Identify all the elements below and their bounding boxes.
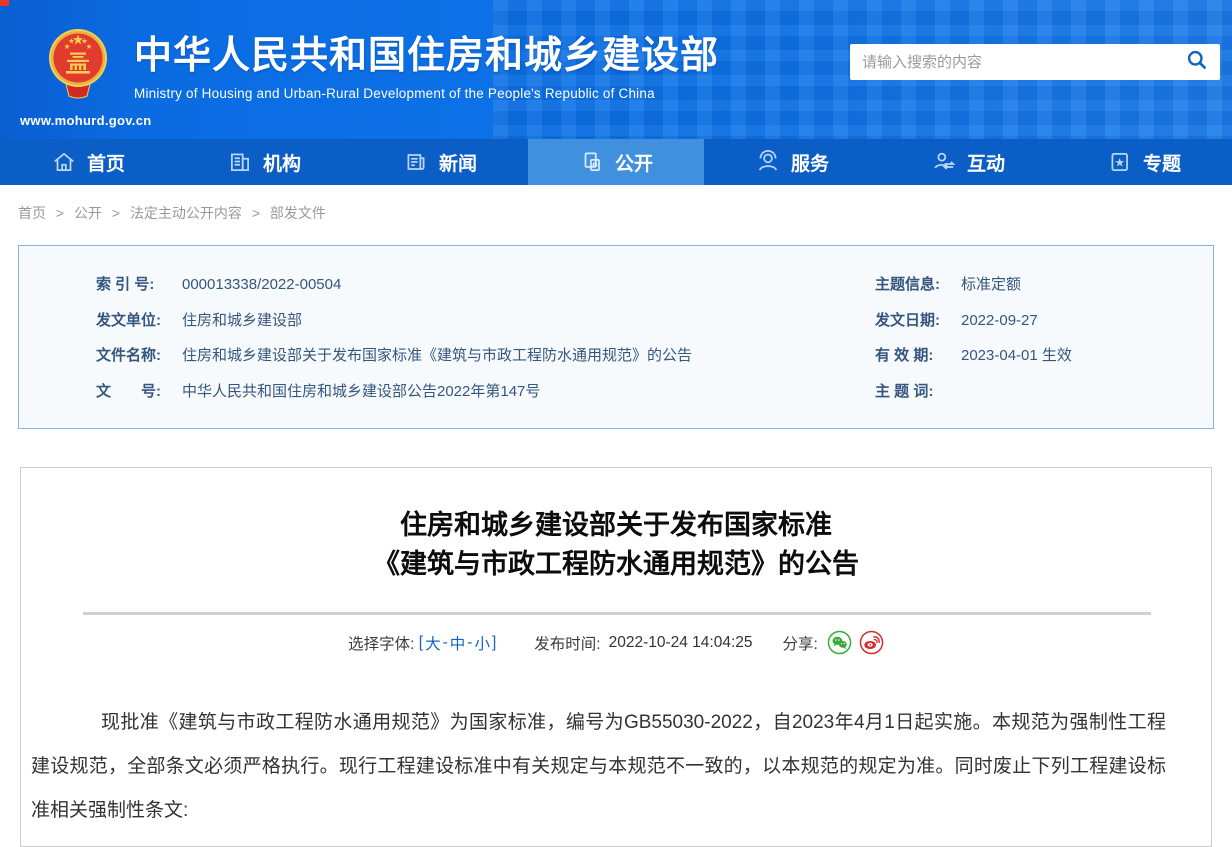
info-value: 住房和城乡建设部: [182, 303, 302, 339]
weibo-share-icon[interactable]: [859, 630, 884, 655]
breadcrumb-home[interactable]: 首页: [18, 205, 46, 221]
info-label: 主 题 词:: [875, 374, 955, 410]
info-label: 发文日期:: [875, 303, 955, 339]
font-size-large-button[interactable]: 大: [425, 632, 441, 654]
article-content-box: 住房和城乡建设部关于发布国家标准 《建筑与市政工程防水通用规范》的公告 选择字体…: [20, 467, 1212, 847]
title-divider: [83, 612, 1151, 615]
font-size-small-button[interactable]: 小: [474, 632, 490, 654]
site-title-chinese: 中华人民共和国住房和城乡建设部: [134, 34, 719, 78]
info-label: 主题信息:: [875, 267, 955, 303]
nav-item-news[interactable]: 新闻: [352, 139, 528, 185]
info-row-issue-date: 发文日期: 2022-09-27: [875, 303, 1213, 339]
font-size-selector: 选择字体: [ 大 - 中 - 小 ]: [348, 632, 496, 654]
main-nav: 首页 机构 新闻 公开: [0, 139, 1232, 185]
svg-text:★: ★: [86, 42, 93, 51]
nav-item-org[interactable]: 机构: [176, 139, 352, 185]
nav-item-label: 互动: [967, 149, 1005, 176]
publish-time-value: 2022-10-24 14:04:25: [609, 634, 753, 652]
info-value: 2023-04-01 生效: [961, 338, 1072, 374]
font-size-medium-button[interactable]: 中: [450, 632, 466, 654]
article-title-line1: 住房和城乡建设部关于发布国家标准: [21, 506, 1211, 545]
open-icon: [579, 149, 605, 175]
nav-item-topic[interactable]: ★ 专题: [1056, 139, 1232, 185]
info-label: 文 号:: [96, 374, 176, 410]
breadcrumb-separator: >: [112, 205, 120, 221]
service-icon: [755, 149, 781, 175]
search-box: [850, 44, 1220, 80]
site-url: www.mohurd.gov.cn: [20, 113, 152, 128]
search-button[interactable]: [1174, 44, 1220, 80]
info-column-right: 主题信息: 标准定额 发文日期: 2022-09-27 有 效 期: 2023-…: [875, 267, 1213, 409]
info-value: 住房和城乡建设部关于发布国家标准《建筑与市政工程防水通用规范》的公告: [182, 338, 692, 374]
font-selector-dash: -: [467, 634, 472, 652]
svg-text:★: ★: [68, 37, 75, 46]
info-row-document-title: 文件名称: 住房和城乡建设部关于发布国家标准《建筑与市政工程防水通用规范》的公告: [96, 338, 875, 374]
nav-item-label: 服务: [791, 149, 829, 176]
search-input[interactable]: [850, 44, 1174, 80]
nav-item-open[interactable]: 公开: [528, 139, 704, 185]
national-emblem-logo: ★ ★ ★ ★ ★: [46, 22, 110, 109]
publish-time-label: 发布时间:: [534, 632, 600, 654]
info-row-index-number: 索 引 号: 000013338/2022-00504: [96, 267, 875, 303]
info-label: 发文单位:: [96, 303, 176, 339]
info-label: 索 引 号:: [96, 267, 176, 303]
font-selector-bracket-open: [: [419, 634, 423, 652]
info-value: 中华人民共和国住房和城乡建设部公告2022年第147号: [182, 374, 540, 410]
breadcrumb: 首页 > 公开 > 法定主动公开内容 > 部发文件: [18, 203, 1232, 223]
topic-icon: ★: [1107, 149, 1133, 175]
interact-icon: [931, 149, 957, 175]
nav-item-label: 首页: [87, 149, 125, 176]
article-title-line2: 《建筑与市政工程防水通用规范》的公告: [21, 545, 1211, 584]
info-value: 2022-09-27: [961, 303, 1038, 339]
nav-item-service[interactable]: 服务: [704, 139, 880, 185]
info-row-effective-date: 有 效 期: 2023-04-01 生效: [875, 338, 1213, 374]
share-label: 分享:: [783, 632, 818, 654]
nav-item-label: 公开: [615, 149, 653, 176]
font-selector-dash: -: [443, 634, 448, 652]
article-meta-bar: 选择字体: [ 大 - 中 - 小 ] 发布时间: 2022-10-24 14:…: [21, 630, 1211, 655]
article-body-paragraph: 现批准《建筑与市政工程防水通用规范》为国家标准，编号为GB55030-2022，…: [21, 701, 1211, 833]
breadcrumb-separator: >: [56, 205, 64, 221]
info-row-topic-info: 主题信息: 标准定额: [875, 267, 1213, 303]
info-label: 有 效 期:: [875, 338, 955, 374]
nav-item-label: 新闻: [439, 149, 477, 176]
font-selector-label: 选择字体:: [348, 632, 414, 654]
info-row-issuing-unit: 发文单位: 住房和城乡建设部: [96, 303, 875, 339]
info-column-left: 索 引 号: 000013338/2022-00504 发文单位: 住房和城乡建…: [19, 267, 875, 409]
info-value: 标准定额: [961, 267, 1021, 303]
info-value: 000013338/2022-00504: [182, 267, 341, 303]
font-selector-bracket-close: ]: [492, 634, 496, 652]
document-info-box: 索 引 号: 000013338/2022-00504 发文单位: 住房和城乡建…: [18, 245, 1214, 429]
org-icon: [227, 149, 253, 175]
wechat-share-icon[interactable]: [827, 630, 852, 655]
breadcrumb-statutory-disclosure[interactable]: 法定主动公开内容: [130, 205, 242, 221]
info-row-keywords: 主 题 词:: [875, 374, 1213, 410]
nav-item-interact[interactable]: 互动: [880, 139, 1056, 185]
site-header: ★ ★ ★ ★ ★ www.mohurd.gov.cn 中华人民共和国住房和城乡…: [0, 0, 1232, 139]
home-icon: [51, 149, 77, 175]
nav-item-label: 机构: [263, 149, 301, 176]
site-title-block: 中华人民共和国住房和城乡建设部 Ministry of Housing and …: [134, 34, 719, 101]
search-icon: [1185, 48, 1209, 77]
share-icons: [827, 630, 884, 655]
svg-text:★: ★: [1114, 155, 1125, 169]
breadcrumb-separator: >: [252, 205, 260, 221]
nav-item-home[interactable]: 首页: [0, 139, 176, 185]
site-title-english: Ministry of Housing and Urban-Rural Deve…: [134, 86, 719, 101]
info-row-document-number: 文 号: 中华人民共和国住房和城乡建设部公告2022年第147号: [96, 374, 875, 410]
corner-artifact: [0, 0, 9, 6]
info-label: 文件名称:: [96, 338, 176, 374]
nav-item-label: 专题: [1143, 149, 1181, 176]
breadcrumb-open[interactable]: 公开: [74, 205, 102, 221]
article-title: 住房和城乡建设部关于发布国家标准 《建筑与市政工程防水通用规范》的公告: [21, 506, 1211, 584]
news-icon: [403, 149, 429, 175]
breadcrumb-ministry-documents: 部发文件: [270, 205, 326, 221]
